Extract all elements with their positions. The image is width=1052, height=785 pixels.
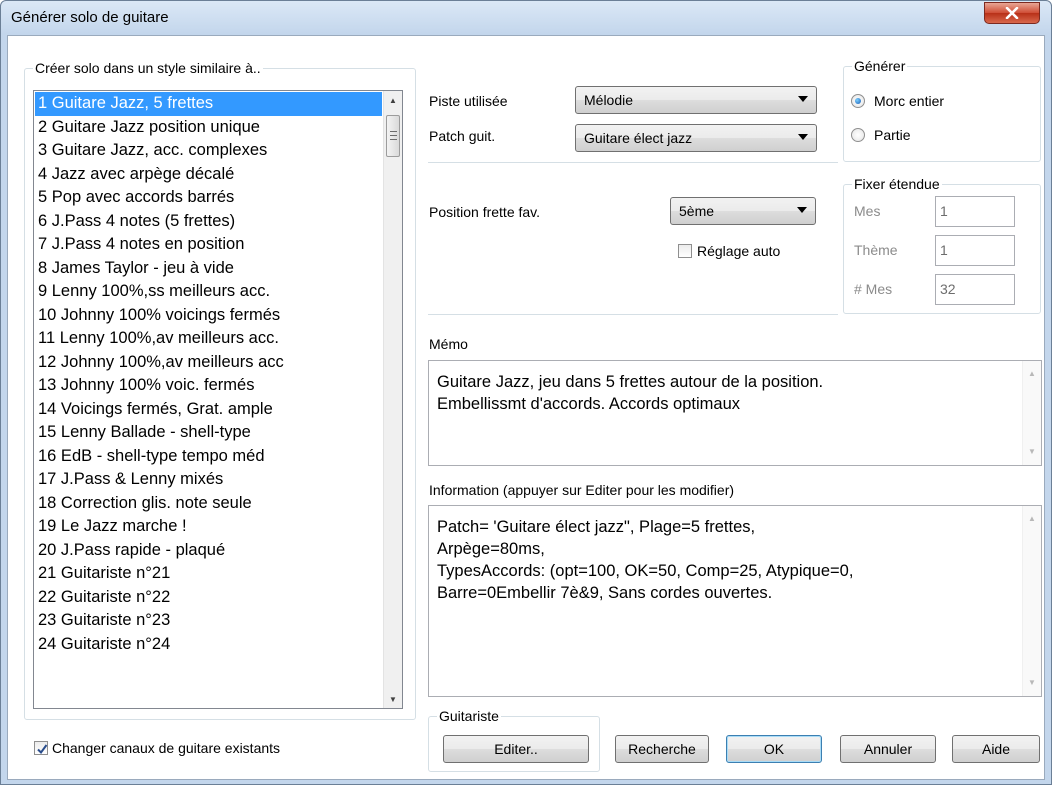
list-item[interactable]: 17 J.Pass & Lenny mixés (35, 468, 382, 492)
scroll-down-icon[interactable]: ▼ (1023, 674, 1041, 692)
patch-label: Patch guit. (429, 128, 496, 144)
whole-song-radio[interactable] (851, 94, 865, 108)
bar-count-value: 32 (940, 281, 956, 297)
theme-field[interactable]: 1 (935, 235, 1015, 266)
memo-line: Embellissmt d'accords. Accords optimaux (437, 395, 741, 413)
search-button[interactable]: Recherche (615, 735, 709, 763)
scroll-down-icon[interactable]: ▼ (384, 690, 402, 708)
list-item[interactable]: 4 Jazz avec arpège décalé (35, 163, 382, 187)
list-item[interactable]: 8 James Taylor - jeu à vide (35, 257, 382, 281)
bar-value: 1 (940, 203, 948, 219)
fret-position-label: Position frette fav. (429, 204, 541, 220)
fret-position-select[interactable]: 5ème (670, 197, 816, 225)
scroll-thumb[interactable] (386, 115, 400, 157)
info-line: Patch= 'Guitare élect jazz", Plage=5 fre… (437, 518, 756, 536)
list-item[interactable]: 2 Guitare Jazz position unique (35, 116, 382, 140)
style-list-group-label: Créer solo dans un style similaire à.. (33, 60, 263, 76)
separator (428, 314, 838, 315)
list-item[interactable]: 21 Guitariste n°21 (35, 562, 382, 586)
range-group-label: Fixer étendue (852, 176, 942, 192)
info-text: Patch= 'Guitare élect jazz", Plage=5 fre… (437, 516, 1013, 604)
guitarist-group-label: Guitariste (437, 708, 501, 724)
list-item[interactable]: 1 Guitare Jazz, 5 frettes (35, 92, 382, 116)
memo-line: Guitare Jazz, jeu dans 5 frettes autour … (437, 373, 824, 391)
scroll-up-icon[interactable]: ▲ (1023, 365, 1041, 383)
edit-button[interactable]: Editer.. (443, 735, 589, 763)
list-item[interactable]: 15 Lenny Ballade - shell-type (35, 421, 382, 445)
chevron-down-icon (798, 96, 808, 102)
part-label: Partie (874, 127, 911, 143)
cancel-button[interactable]: Annuler (840, 735, 936, 763)
info-line: Barre=0Embellir 7è&9, Sans cordes ouvert… (437, 584, 773, 602)
list-item[interactable]: 13 Johnny 100% voic. fermés (35, 374, 382, 398)
close-button[interactable] (984, 2, 1040, 24)
fret-position-value: 5ème (679, 203, 715, 219)
list-item[interactable]: 5 Pop avec accords barrés (35, 186, 382, 210)
info-line: Arpège=80ms, (437, 540, 545, 558)
generate-group-label: Générer (852, 58, 908, 74)
theme-value: 1 (940, 242, 948, 258)
list-scrollbar[interactable]: ▲ ▼ (383, 91, 402, 708)
title-bar: Générer solo de guitare (1, 1, 1051, 35)
list-item[interactable]: 6 J.Pass 4 notes (5 frettes) (35, 210, 382, 234)
info-line: TypesAccords: (opt=100, OK=50, Comp=25, … (437, 562, 854, 580)
whole-song-label: Morc entier (874, 93, 945, 109)
dialog-client-area: Créer solo dans un style similaire à.. 1… (7, 35, 1045, 780)
change-channels-label: Changer canaux de guitare existants (52, 740, 281, 756)
patch-select[interactable]: Guitare élect jazz (575, 124, 817, 152)
help-button[interactable]: Aide (952, 735, 1040, 763)
info-label: Information (appuyer sur Editer pour les… (429, 482, 735, 498)
info-textarea[interactable]: Patch= 'Guitare élect jazz", Plage=5 fre… (428, 505, 1042, 697)
dialog-window: Générer solo de guitare Créer solo dans … (0, 0, 1052, 785)
part-radio[interactable] (851, 128, 865, 142)
list-item[interactable]: 18 Correction glis. note seule (35, 492, 382, 516)
memo-textarea[interactable]: Guitare Jazz, jeu dans 5 frettes autour … (428, 360, 1042, 466)
window-title: Générer solo de guitare (11, 9, 169, 26)
bar-count-field[interactable]: 32 (935, 274, 1015, 305)
list-item[interactable]: 22 Guitariste n°22 (35, 586, 382, 610)
chevron-down-icon (798, 134, 808, 140)
generate-group: Générer (843, 58, 1041, 162)
track-label: Piste utilisée (429, 93, 508, 109)
patch-select-value: Guitare élect jazz (584, 130, 693, 146)
chevron-down-icon (797, 207, 807, 213)
bar-label: Mes (854, 203, 881, 219)
info-scrollbar[interactable]: ▲ ▼ (1022, 506, 1041, 696)
list-item[interactable]: 23 Guitariste n°23 (35, 609, 382, 633)
list-item[interactable]: 10 Johnny 100% voicings fermés (35, 304, 382, 328)
list-item[interactable]: 3 Guitare Jazz, acc. complexes (35, 139, 382, 163)
memo-text: Guitare Jazz, jeu dans 5 frettes autour … (437, 371, 1013, 415)
checkmark-icon (37, 744, 48, 755)
bar-field[interactable]: 1 (935, 196, 1015, 227)
separator (428, 162, 838, 163)
ok-button[interactable]: OK (726, 735, 822, 763)
bar-count-label: # Mes (854, 281, 893, 297)
style-list-items: 1 Guitare Jazz, 5 frettes 2 Guitare Jazz … (35, 92, 382, 656)
memo-label: Mémo (429, 336, 468, 352)
list-item[interactable]: 12 Johnny 100%,av meilleurs acc (35, 351, 382, 375)
list-item[interactable]: 16 EdB - shell-type tempo méd (35, 445, 382, 469)
list-item[interactable]: 7 J.Pass 4 notes en position (35, 233, 382, 257)
list-item[interactable]: 20 J.Pass rapide - plaqué (35, 539, 382, 563)
auto-setting-checkbox[interactable] (678, 244, 692, 258)
track-select[interactable]: Mélodie (575, 86, 817, 114)
scroll-up-icon[interactable]: ▲ (384, 91, 402, 109)
memo-scrollbar[interactable]: ▲ ▼ (1022, 361, 1041, 465)
track-select-value: Mélodie (584, 92, 634, 108)
theme-label: Thème (854, 242, 898, 258)
scroll-up-icon[interactable]: ▲ (1023, 510, 1041, 528)
scroll-down-icon[interactable]: ▼ (1023, 443, 1041, 461)
list-item[interactable]: 24 Guitariste n°24 (35, 633, 382, 657)
auto-setting-label: Réglage auto (697, 243, 781, 259)
list-item[interactable]: 9 Lenny 100%,ss meilleurs acc. (35, 280, 382, 304)
list-item[interactable]: 19 Le Jazz marche ! (35, 515, 382, 539)
list-item[interactable]: 14 Voicings fermés, Grat. ample (35, 398, 382, 422)
close-icon (1005, 7, 1019, 19)
change-channels-checkbox[interactable] (34, 741, 48, 755)
list-item[interactable]: 11 Lenny 100%,av meilleurs acc. (35, 327, 382, 351)
style-listbox[interactable]: 1 Guitare Jazz, 5 frettes 2 Guitare Jazz … (33, 90, 403, 709)
